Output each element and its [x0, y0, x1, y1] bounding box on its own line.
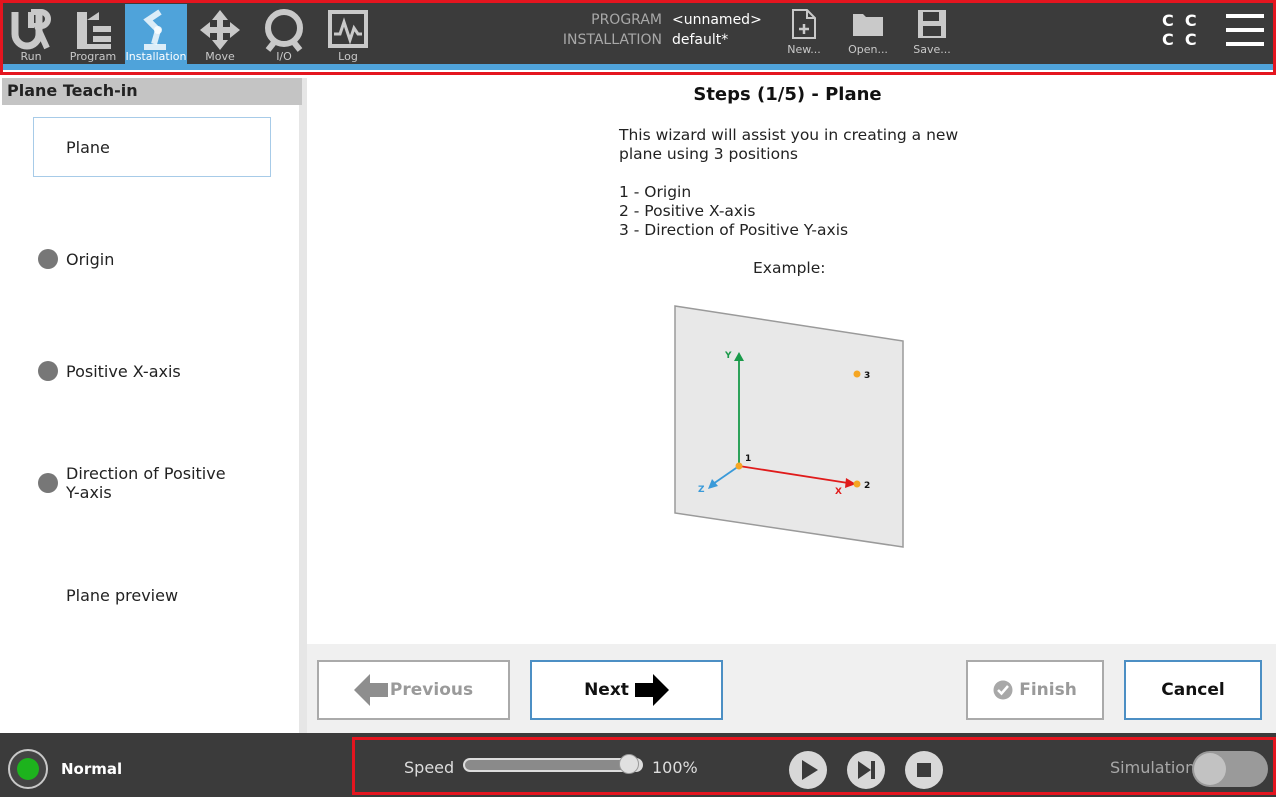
nav-program[interactable]: Program	[62, 4, 124, 64]
step-list-item: 2 - Positive X-axis	[619, 202, 756, 220]
nav-program-label: Program	[69, 50, 117, 63]
sidebar-item-plane-preview[interactable]: Plane preview	[66, 586, 178, 605]
play-icon	[802, 760, 818, 780]
step-forward-icon	[858, 761, 875, 779]
previous-button-label: Previous	[389, 680, 474, 700]
point-y	[853, 370, 861, 378]
next-button-label: Next	[584, 680, 629, 700]
finish-button-label: Finish	[1019, 680, 1077, 700]
top-toolbar: Run Program Installation Move I/O Log PR…	[0, 0, 1276, 70]
new-file-icon	[792, 9, 816, 39]
x-axis-label: X	[835, 487, 842, 497]
nav-io-label: I/O	[276, 50, 292, 63]
sidebar-item-label: Direction of Positive	[66, 464, 226, 483]
speed-slider[interactable]	[463, 754, 643, 774]
play-button[interactable]	[789, 751, 827, 789]
sidebar-item-positive-x-axis[interactable]: Positive X-axis	[66, 362, 181, 381]
program-tree-icon	[77, 12, 111, 49]
simulation-toggle[interactable]	[1192, 751, 1268, 787]
simulation-toggle-knob	[1194, 753, 1226, 785]
step-list-item: 1 - Origin	[619, 183, 692, 201]
program-label: PROGRAM	[591, 12, 662, 28]
program-name: <unnamed>	[672, 12, 762, 28]
open-button-label: Open...	[848, 43, 888, 56]
left-arrow-icon	[353, 674, 388, 706]
header-accent-bar	[0, 64, 1276, 70]
cancel-button[interactable]: Cancel	[1124, 660, 1262, 720]
hamburger-menu-icon[interactable]	[1226, 14, 1266, 48]
stop-icon	[917, 763, 931, 777]
speed-value: 100%	[652, 758, 698, 777]
open-button[interactable]: Open...	[840, 6, 896, 60]
log-chart-icon	[328, 10, 368, 48]
save-button[interactable]: Save...	[904, 6, 960, 60]
sidebar-title: Plane Teach-in	[2, 78, 302, 105]
step-status-dot	[38, 473, 58, 493]
step-status-dot	[38, 249, 58, 269]
point-2-label: 2	[864, 481, 870, 491]
save-button-label: Save...	[913, 43, 951, 56]
sidebar-item-label: Y-axis	[66, 483, 112, 502]
cc-glyph-1: C	[1162, 11, 1174, 30]
robot-arm-icon	[143, 9, 166, 50]
ur-logo-icon	[11, 9, 51, 50]
io-icon	[265, 9, 303, 52]
robot-status-button[interactable]	[8, 749, 48, 789]
cc-glyph-3: C	[1162, 30, 1174, 49]
nav-installation[interactable]: Installation	[125, 4, 187, 64]
cc-glyph-4: C	[1184, 30, 1197, 49]
nav-run-label: Run	[20, 50, 42, 63]
nav-log-label: Log	[338, 50, 358, 63]
installation-label: INSTALLATION	[562, 32, 662, 48]
intro-line-2: plane using 3 positions	[619, 145, 798, 163]
point-origin	[735, 462, 743, 470]
nav-run[interactable]: Run	[0, 4, 62, 64]
point-3-label: 3	[864, 371, 870, 381]
checkmark-icon	[993, 680, 1013, 700]
control-indicator-cc[interactable]: C C C C	[1162, 11, 1197, 49]
speed-slider-handle[interactable]	[619, 754, 639, 774]
z-axis-label: Z	[698, 485, 705, 495]
installation-name: default*	[672, 32, 729, 48]
example-label: Example:	[753, 259, 826, 277]
sidebar-item-origin[interactable]: Origin	[66, 250, 114, 269]
step-list-item: 3 - Direction of Positive Y-axis	[619, 221, 849, 239]
speed-slider-fill	[465, 760, 631, 770]
new-button[interactable]: New...	[776, 6, 832, 60]
cc-glyph-2: C	[1184, 11, 1197, 30]
right-arrow-icon	[634, 674, 669, 706]
plane-example-diagram: Y X Z 1 2 3	[674, 305, 904, 548]
simulation-label: Simulation	[1110, 758, 1196, 777]
nav-move[interactable]: Move	[189, 4, 251, 64]
move-arrows-icon	[200, 10, 240, 50]
intro-line-1: This wizard will assist you in creating …	[619, 126, 959, 144]
point-x	[853, 480, 861, 488]
nav-installation-label: Installation	[125, 50, 187, 63]
nav-move-label: Move	[205, 50, 235, 63]
sidebar-item-direction-positive-y[interactable]: Direction of Positive Y-axis	[66, 464, 226, 502]
step-button[interactable]	[847, 751, 885, 789]
y-axis-label: Y	[724, 351, 732, 361]
folder-icon	[853, 14, 883, 36]
next-button[interactable]: Next	[530, 660, 723, 720]
finish-button[interactable]: Finish	[966, 660, 1104, 720]
speed-label: Speed	[404, 758, 455, 777]
nav-io[interactable]: I/O	[253, 4, 315, 64]
cancel-button-label: Cancel	[1161, 680, 1225, 700]
plane-shape	[674, 305, 904, 548]
nav-log[interactable]: Log	[317, 4, 379, 64]
stop-button[interactable]	[905, 751, 943, 789]
previous-button[interactable]: Previous	[317, 660, 510, 720]
step-status-dot	[38, 361, 58, 381]
status-light-icon	[17, 758, 39, 780]
robot-status-text: Normal	[61, 760, 123, 778]
point-1-label: 1	[745, 454, 751, 464]
floppy-disk-icon	[918, 10, 946, 38]
sidebar-item-plane-label: Plane	[66, 138, 110, 157]
new-button-label: New...	[787, 43, 821, 56]
step-title: Steps (1/5) - Plane	[693, 84, 882, 105]
